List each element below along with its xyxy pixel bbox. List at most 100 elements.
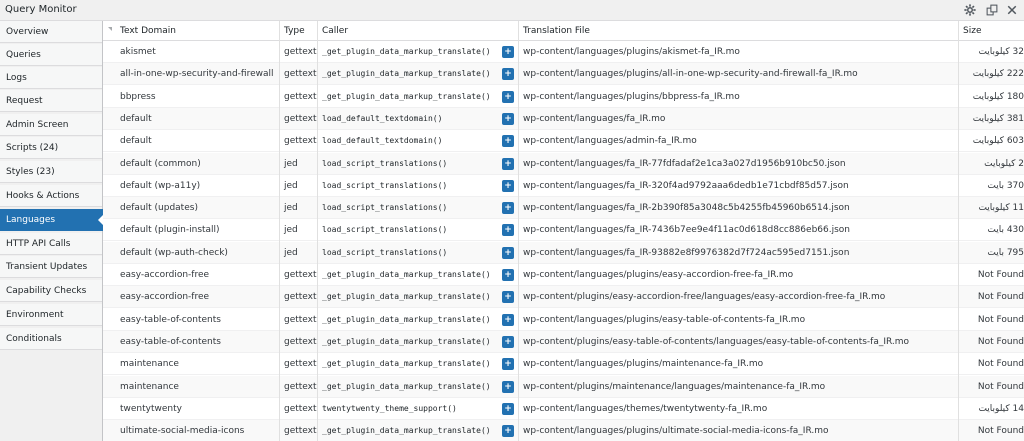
- sidebar-item-queries[interactable]: Queries: [0, 44, 102, 66]
- sidebar-item-admin-screen[interactable]: Admin Screen: [0, 114, 102, 136]
- sidebar-item-hooks-actions[interactable]: Hooks & Actions: [0, 185, 102, 207]
- column-header-type[interactable]: Type: [279, 21, 317, 41]
- cell-text-domain: easy-table-of-contents: [120, 314, 221, 325]
- expand-caller-button[interactable]: +: [502, 269, 514, 281]
- column-toggle[interactable]: [103, 21, 115, 41]
- expand-caller-button[interactable]: +: [502, 112, 514, 125]
- table-row: all-in-one-wp-security-and-firewall gette…: [103, 63, 1024, 86]
- sidebar-item-logs[interactable]: Logs: [0, 67, 102, 89]
- cell-translation-file: wp-content/languages/plugins/easy-accord…: [523, 270, 794, 280]
- table-row: default (wp-a11y) jed load_script_translat…: [103, 175, 1024, 197]
- languages-table: Text Domain Type Caller Translation File…: [103, 21, 1024, 441]
- cell-type: gettext: [284, 47, 317, 57]
- expand-caller-button[interactable]: +: [502, 246, 514, 259]
- sidebar-item-styles[interactable]: Styles (23): [0, 161, 102, 183]
- cell-caller: _get_plugin_data_markup_translate(): [322, 91, 491, 101]
- cell-caller: _get_plugin_data_markup_translate(): [322, 426, 491, 436]
- cell-text-domain: bbpress: [120, 91, 156, 102]
- table-row: default (wp-auth-check) jed load_script_tr…: [103, 241, 1024, 264]
- cell-translation-file: wp-content/languages/fa_IR-7436b7ee9e4f1…: [523, 225, 850, 236]
- cell-type: gettext: [284, 336, 317, 347]
- expand-caller-button[interactable]: +: [502, 291, 514, 304]
- sidebar-item-conditionals[interactable]: Conditionals: [0, 328, 102, 350]
- expand-caller-button[interactable]: +: [502, 380, 514, 393]
- cell-text-domain: akismet: [120, 47, 156, 57]
- column-divider: [317, 21, 318, 441]
- expand-caller-button[interactable]: +: [502, 157, 514, 170]
- cell-size: Not Found: [977, 270, 1024, 280]
- cell-type: gettext: [284, 113, 317, 124]
- cell-size: 32 کیلوبایت: [978, 47, 1024, 57]
- cell-caller: _get_plugin_data_markup_translate(): [322, 270, 491, 279]
- table-row: maintenance gettext _get_plugin_data_marku…: [103, 353, 1024, 376]
- expand-caller-button[interactable]: +: [502, 68, 514, 81]
- expand-caller-button[interactable]: +: [502, 224, 514, 237]
- cell-text-domain: ultimate-social-media-icons: [120, 426, 245, 437]
- cell-size: 795 بایت: [987, 247, 1024, 258]
- cell-caller: _get_plugin_data_markup_translate(): [322, 292, 491, 302]
- cell-caller: load_script_translations(): [322, 203, 448, 213]
- gear-icon[interactable]: [962, 2, 978, 18]
- panel-titlebar: Query Monitor: [0, 0, 1024, 21]
- popout-icon[interactable]: [984, 2, 1000, 18]
- sidebar-item-scripts[interactable]: Scripts (24): [0, 137, 102, 159]
- cell-translation-file: wp-content/languages/plugins/ultimate-so…: [523, 426, 829, 437]
- expand-caller-button[interactable]: +: [502, 425, 514, 438]
- expand-caller-button[interactable]: +: [502, 313, 514, 326]
- sidebar-item-languages[interactable]: Languages: [0, 209, 103, 231]
- cell-size: Not Found: [977, 381, 1024, 392]
- expand-caller-button[interactable]: +: [502, 335, 514, 348]
- cell-size: 370 بایت: [987, 180, 1024, 191]
- expand-caller-button[interactable]: +: [502, 179, 514, 192]
- expand-caller-button[interactable]: +: [502, 358, 514, 371]
- cell-text-domain: default (wp-auth-check): [120, 247, 228, 258]
- cell-text-domain: easy-accordion-free: [120, 292, 210, 303]
- cell-size: 603 کیلوبایت: [972, 136, 1024, 147]
- column-divider: [958, 21, 959, 441]
- cell-type: jed: [284, 203, 298, 214]
- cell-caller: load_script_translations(): [322, 180, 448, 190]
- table-row: default (updates) jed load_script_translat…: [103, 197, 1024, 220]
- expand-caller-button[interactable]: +: [502, 90, 514, 103]
- sidebar-item-capability-checks[interactable]: Capability Checks: [0, 280, 102, 302]
- column-divider: [518, 21, 519, 441]
- table-row: bbpress gettext _get_plugin_data_markup_tr…: [103, 86, 1024, 108]
- table-row: easy-table-of-contents gettext _get_plugin…: [103, 330, 1024, 353]
- sidebar-item-http-api-calls[interactable]: HTTP API Calls: [0, 233, 102, 255]
- sidebar-item-transient-updates[interactable]: Transient Updates: [0, 256, 102, 278]
- cell-type: gettext: [284, 403, 317, 414]
- cell-translation-file: wp-content/languages/plugins/easy-table-…: [523, 314, 806, 325]
- cell-caller: load_default_textdomain(): [322, 136, 443, 146]
- expand-caller-button[interactable]: +: [502, 135, 514, 148]
- sidebar-item-request[interactable]: Request: [0, 90, 102, 112]
- cell-type: gettext: [284, 292, 317, 303]
- cell-size: Not Found: [977, 359, 1024, 370]
- cell-translation-file: wp-content/plugins/easy-table-of-content…: [523, 336, 910, 347]
- close-icon[interactable]: [1004, 2, 1020, 18]
- cell-translation-file: wp-content/languages/admin-fa_IR.mo: [523, 136, 697, 147]
- cell-type: gettext: [284, 426, 317, 437]
- cell-type: jed: [284, 225, 298, 236]
- caret-icon: [108, 27, 112, 31]
- cell-text-domain: easy-accordion-free: [120, 270, 210, 280]
- column-header-translation-file[interactable]: Translation File: [518, 21, 958, 41]
- cell-size: Not Found: [977, 292, 1024, 303]
- column-header-caller[interactable]: Caller: [317, 21, 518, 41]
- table-row: easy-table-of-contents gettext _get_plugin…: [103, 309, 1024, 331]
- cell-type: jed: [284, 180, 298, 191]
- cell-text-domain: maintenance: [120, 381, 179, 392]
- table-row: default (plugin-install) jed load_script_t…: [103, 219, 1024, 242]
- expand-caller-button[interactable]: +: [502, 46, 514, 58]
- column-header-size[interactable]: Size: [958, 21, 1024, 41]
- cell-caller: _get_plugin_data_markup_translate(): [322, 381, 491, 391]
- expand-caller-button[interactable]: +: [502, 202, 514, 215]
- cell-text-domain: easy-table-of-contents: [120, 336, 221, 347]
- cell-translation-file: wp-content/languages/fa_IR.mo: [523, 113, 666, 124]
- column-header-text-domain[interactable]: Text Domain: [115, 21, 279, 41]
- sidebar-item-environment[interactable]: Environment: [0, 304, 102, 326]
- expand-caller-button[interactable]: +: [502, 402, 514, 415]
- sidebar-item-overview[interactable]: Overview: [0, 21, 102, 43]
- cell-translation-file: wp-content/plugins/easy-accordion-free/l…: [523, 292, 886, 303]
- table-row: akismet gettext _get_plugin_data_markup_tr…: [103, 41, 1024, 63]
- table-row: twentytwenty gettext twentytwenty_theme_su…: [103, 398, 1024, 420]
